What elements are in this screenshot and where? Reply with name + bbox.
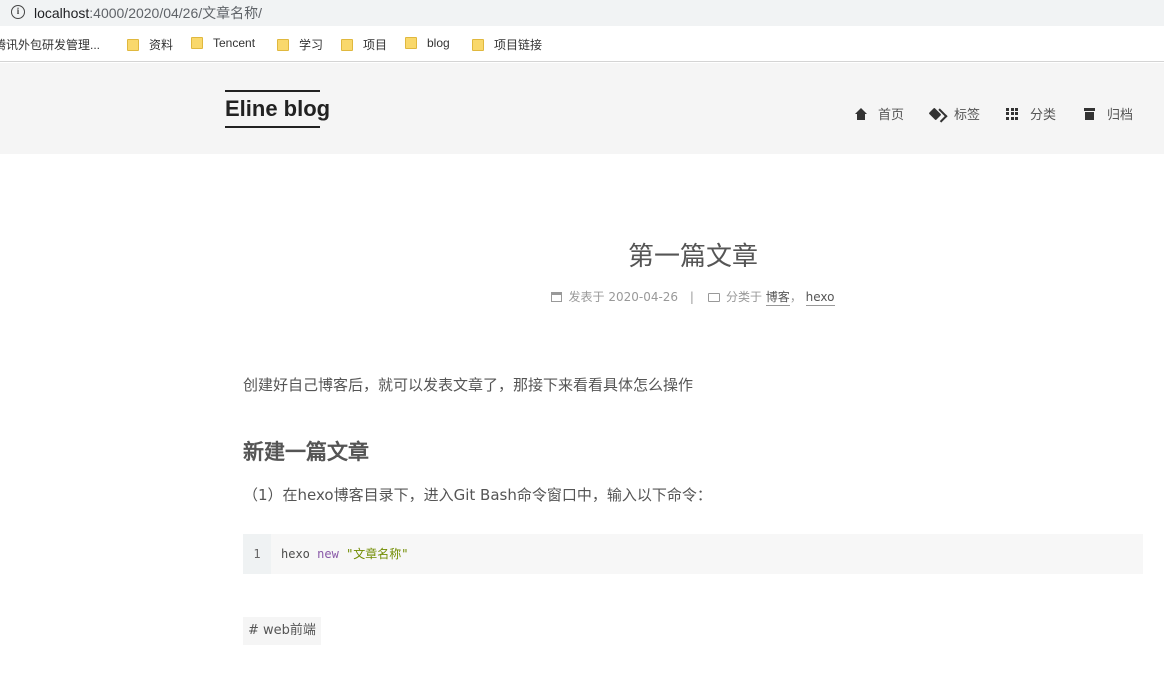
folder-icon	[405, 37, 417, 49]
bookmark-label: 项目	[363, 38, 388, 52]
folder-icon	[472, 38, 484, 51]
brand-title: Eline blog	[225, 96, 331, 121]
bookmark-tencent[interactable]: Tencent	[191, 36, 255, 50]
brand-bottom-line	[225, 126, 320, 128]
bookmark-xiangmu[interactable]: 项目	[341, 36, 387, 53]
bookmark-blog[interactable]: blog	[405, 36, 450, 50]
code-command: hexo	[281, 547, 310, 561]
address-bar[interactable]: i localhost:4000/2020/04/26/文章名称/	[0, 0, 1164, 26]
url-text[interactable]: localhost:4000/2020/04/26/文章名称/	[34, 3, 262, 23]
post-date: 2020-04-26	[608, 290, 679, 304]
post-tag-web-frontend[interactable]: # web前端	[243, 617, 321, 645]
line-number: 1	[243, 534, 271, 574]
nav-label: 分类	[1030, 108, 1057, 123]
nav-categories[interactable]: 分类	[1006, 104, 1056, 123]
bookmark-project-links[interactable]: 项目链接	[472, 36, 542, 53]
folder-icon	[341, 38, 353, 51]
category-comma: ，	[789, 290, 802, 304]
code-line: hexo new "文章名称"	[281, 534, 409, 574]
category-label: 分类于	[725, 290, 762, 304]
site-header: Eline blog 首页 标签 分类 归档	[0, 63, 1164, 154]
info-icon[interactable]: i	[11, 5, 25, 19]
bookmark-label: 资料	[149, 38, 174, 52]
post-meta: 发表于 2020-04-26 | 分类于 博客， hexo	[243, 288, 1143, 306]
archive-icon	[1083, 107, 1097, 120]
tags-icon	[930, 108, 944, 120]
bookmark-label: Tencent	[213, 36, 256, 50]
bookmark-xuexi[interactable]: 学习	[277, 36, 323, 53]
bookmark-label: blog	[427, 36, 450, 50]
bookmark-label: 项目链接	[494, 38, 543, 52]
calendar-icon	[551, 292, 563, 302]
step-paragraph: （1）在hexo博客目录下，进入Git Bash命令窗口中，输入以下命令：	[243, 486, 712, 504]
post-intro: 创建好自己博客后，就可以发表文章了，那接下来看看具体怎么操作	[243, 376, 694, 394]
nav-home[interactable]: 首页	[854, 104, 904, 123]
bookmarks-bar: 腾讯外包研发管理... 资料 Tencent 学习 项目 blog 项目链接	[0, 26, 1164, 62]
bookmark-ziliao[interactable]: 资料	[127, 36, 173, 53]
folder-icon	[277, 38, 289, 51]
meta-separator: |	[689, 290, 694, 304]
section-heading: 新建一篇文章	[243, 440, 369, 464]
nav-tags[interactable]: 标签	[930, 104, 980, 123]
nav-label: 首页	[878, 108, 905, 123]
th-icon	[1006, 107, 1020, 120]
site-brand[interactable]: Eline blog	[225, 90, 331, 128]
folder-icon	[127, 38, 139, 51]
code-block: 1 hexo new "文章名称"	[243, 534, 1143, 574]
nav-label: 标签	[954, 108, 981, 123]
posted-label: 发表于	[568, 290, 605, 304]
bookmark-label: 学习	[299, 38, 324, 52]
nav-label: 归档	[1107, 108, 1134, 123]
category-link-hexo[interactable]: hexo	[805, 290, 835, 306]
bookmark-label: 腾讯外包研发管理...	[0, 38, 101, 52]
folder-icon	[191, 37, 203, 49]
category-link-blog[interactable]: 博客	[765, 290, 790, 306]
post-title[interactable]: 第一篇文章	[243, 236, 1143, 273]
code-string: "文章名称"	[346, 547, 409, 561]
nav-archives[interactable]: 归档	[1083, 104, 1133, 123]
folder-icon	[707, 293, 720, 302]
code-keyword: new	[317, 547, 339, 561]
home-icon	[854, 107, 868, 120]
bookmark-tencent-outsourcing[interactable]: 腾讯外包研发管理...	[0, 36, 100, 53]
